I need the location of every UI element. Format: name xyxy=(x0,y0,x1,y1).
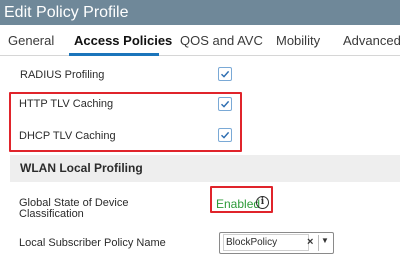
tab-general[interactable]: General xyxy=(8,33,54,48)
chevron-down-icon[interactable]: ▼ xyxy=(321,236,329,245)
http-tlv-caching-label: HTTP TLV Caching xyxy=(19,98,114,110)
local-subscriber-policy-select[interactable]: BlockPolicy × ▼ xyxy=(219,232,334,254)
window-title: Edit Policy Profile xyxy=(0,0,400,25)
http-tlv-caching-checkbox[interactable] xyxy=(218,97,232,111)
radius-profiling-label: RADIUS Profiling xyxy=(20,69,105,81)
select-divider xyxy=(318,235,319,251)
info-icon[interactable]: i xyxy=(256,196,269,209)
section-header-wlan-local-profiling: WLAN Local Profiling xyxy=(10,155,400,182)
global-state-status: Enabled xyxy=(216,197,261,211)
local-subscriber-policy-label: Local Subscriber Policy Name xyxy=(19,237,166,249)
tab-qos-and-avc[interactable]: QOS and AVC xyxy=(180,33,263,48)
dhcp-tlv-caching-label: DHCP TLV Caching xyxy=(19,130,116,142)
tab-advanced[interactable]: Advanced xyxy=(343,33,400,48)
tab-access-policies[interactable]: Access Policies xyxy=(74,33,172,48)
global-state-label-line2: Classification xyxy=(19,208,84,220)
checkmark-icon xyxy=(221,100,230,108)
clear-icon[interactable]: × xyxy=(307,236,313,248)
checkmark-icon xyxy=(221,70,230,78)
radius-profiling-checkbox[interactable] xyxy=(218,67,232,81)
tab-mobility[interactable]: Mobility xyxy=(276,33,320,48)
active-tab-indicator xyxy=(69,53,159,56)
selected-policy-value: BlockPolicy xyxy=(223,234,309,251)
checkmark-icon xyxy=(221,131,230,139)
dhcp-tlv-caching-checkbox[interactable] xyxy=(218,128,232,142)
tab-bar: General Access Policies QOS and AVC Mobi… xyxy=(0,25,400,56)
